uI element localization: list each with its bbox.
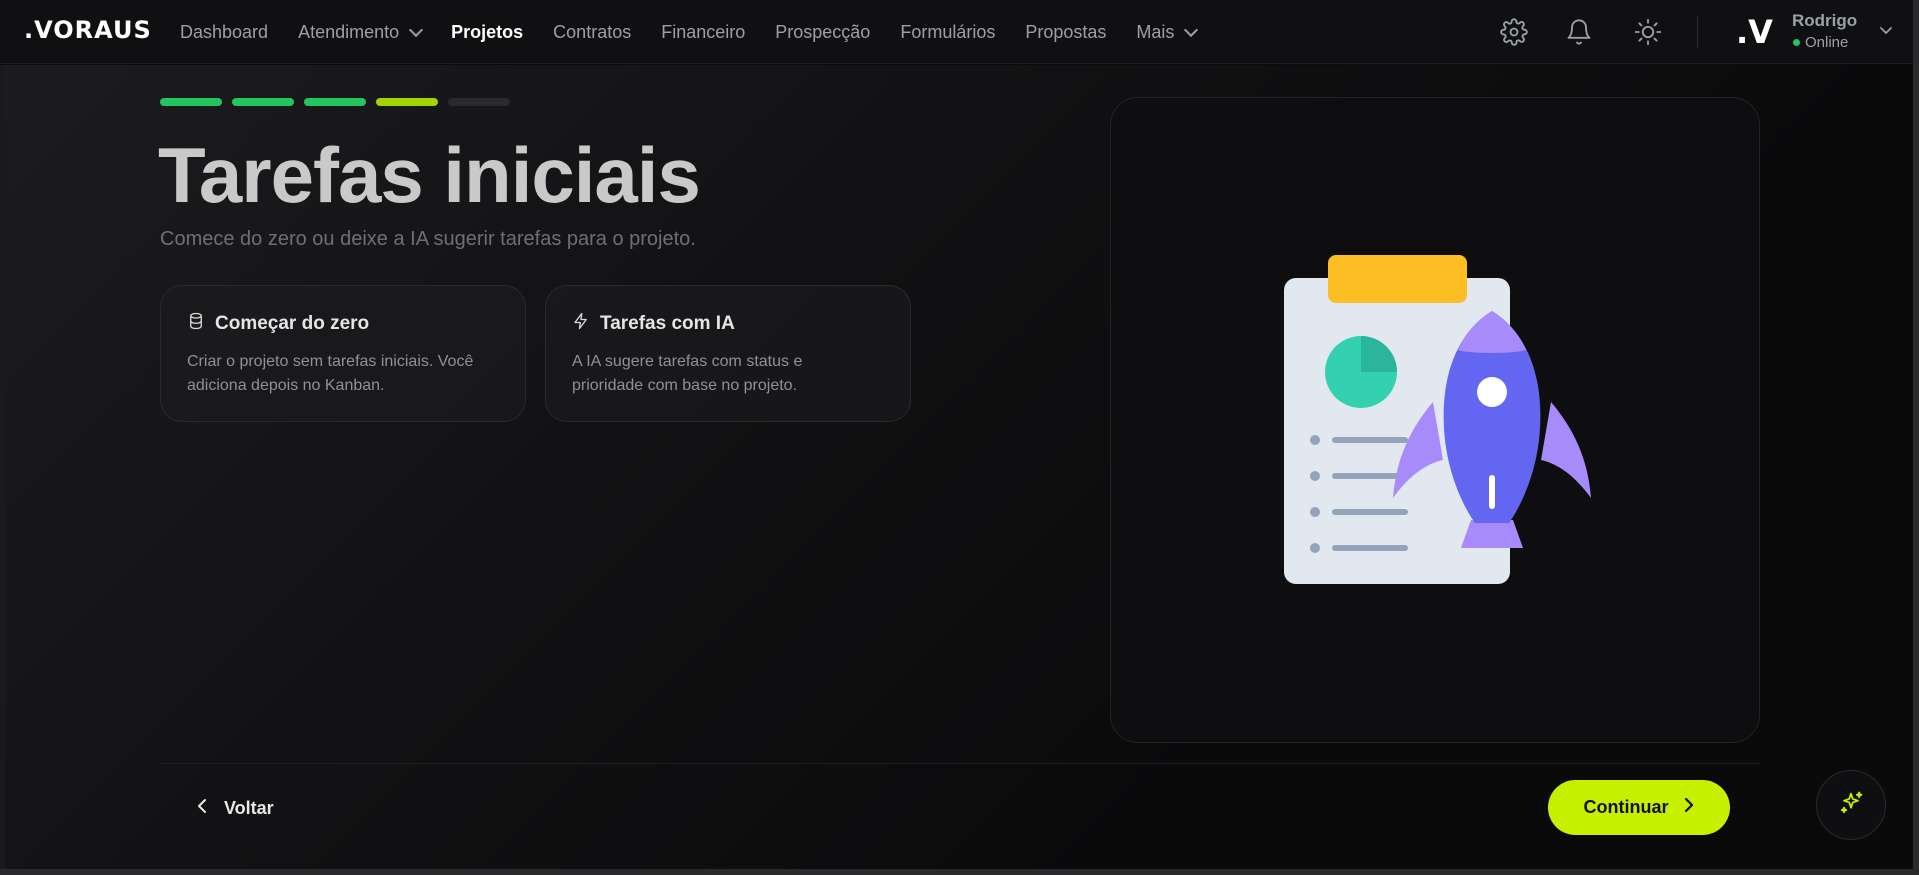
progress-step [376,98,438,106]
option-card-title: Tarefas com IA [572,312,884,336]
ai-assistant-button[interactable] [1816,770,1886,840]
nav-item-projetos[interactable]: Projetos [451,22,523,43]
progress-step [160,98,222,106]
user-name[interactable]: Rodrigo [1792,11,1857,31]
nav-item-label: Propostas [1025,21,1107,42]
sparkles-icon [1837,789,1865,822]
nav-item-financeiro[interactable]: Financeiro [661,22,745,43]
nav-divider [1697,16,1698,48]
top-navbar: .VORAUS Dashboard Atendimento Projetos C… [0,0,1919,64]
nav-item-contratos[interactable]: Contratos [553,22,631,43]
gear-icon[interactable] [1500,18,1528,46]
option-card-title-text: Tarefas com IA [600,313,735,334]
nav-item-label: Prospecção [775,21,871,42]
window-frame-right [1913,0,1919,875]
user-menu-chevron-icon[interactable] [1878,22,1894,43]
clipboard-rocket-illustration [1284,255,1591,584]
nav-item-label: Dashboard [180,21,269,42]
avatar[interactable]: .V [1736,12,1776,52]
nav-item-atendimento[interactable]: Atendimento [298,21,424,43]
option-card-start-from-zero[interactable]: Começar do zero Criar o projeto sem tare… [160,285,526,422]
nav-item-mais[interactable]: Mais [1136,21,1199,43]
user-status: Online [1793,34,1848,51]
back-button-label: Voltar [224,797,274,818]
option-card-description: A IA sugere tarefas com status e priorid… [572,353,803,394]
nav-item-propostas[interactable]: Propostas [1025,22,1106,43]
progress-step [448,98,510,106]
database-icon [187,312,205,336]
nav-item-label: Formulários [900,21,996,42]
main-nav: Dashboard Atendimento Projetos Contratos… [180,0,1226,64]
sun-icon[interactable] [1634,18,1662,46]
nav-item-label: Financeiro [661,21,746,42]
nav-item-label: Contratos [553,21,632,42]
option-card-title: Começar do zero [187,312,499,336]
wizard-progress [160,98,510,106]
option-card-description: Criar o projeto sem tarefas iniciais. Vo… [187,353,474,394]
progress-step [232,98,294,106]
online-dot-icon [1793,39,1800,46]
page-subtitle: Comece do zero ou deixe a IA sugerir tar… [160,228,696,250]
chevron-right-icon [1683,797,1695,818]
continue-button-label: Continuar [1583,797,1669,817]
nav-item-label: Mais [1136,21,1175,42]
nav-item-prospeccao[interactable]: Prospecção [775,22,870,43]
option-card-ai-tasks[interactable]: Tarefas com IA A IA sugere tarefas com s… [545,285,911,422]
option-card-title-text: Começar do zero [215,313,370,334]
nav-item-formularios[interactable]: Formulários [900,22,995,43]
footer-divider [160,763,1760,764]
chevron-down-icon [409,22,424,37]
lightning-icon [572,312,590,336]
nav-item-label: Projetos [451,21,524,42]
continue-button[interactable]: Continuar [1548,780,1730,835]
bell-icon[interactable] [1565,18,1593,46]
chevron-left-icon [196,798,210,819]
nav-item-dashboard[interactable]: Dashboard [180,22,268,43]
back-button[interactable]: Voltar [196,790,274,826]
nav-item-label: Atendimento [298,21,400,42]
app-logo[interactable]: .VORAUS [24,16,152,44]
window-frame-bottom [0,869,1919,875]
chevron-down-icon [1184,22,1199,37]
user-status-label: Online [1805,34,1849,51]
progress-step [304,98,366,106]
illustration-panel [1110,97,1760,743]
page-title: Tarefas iniciais [158,131,701,219]
